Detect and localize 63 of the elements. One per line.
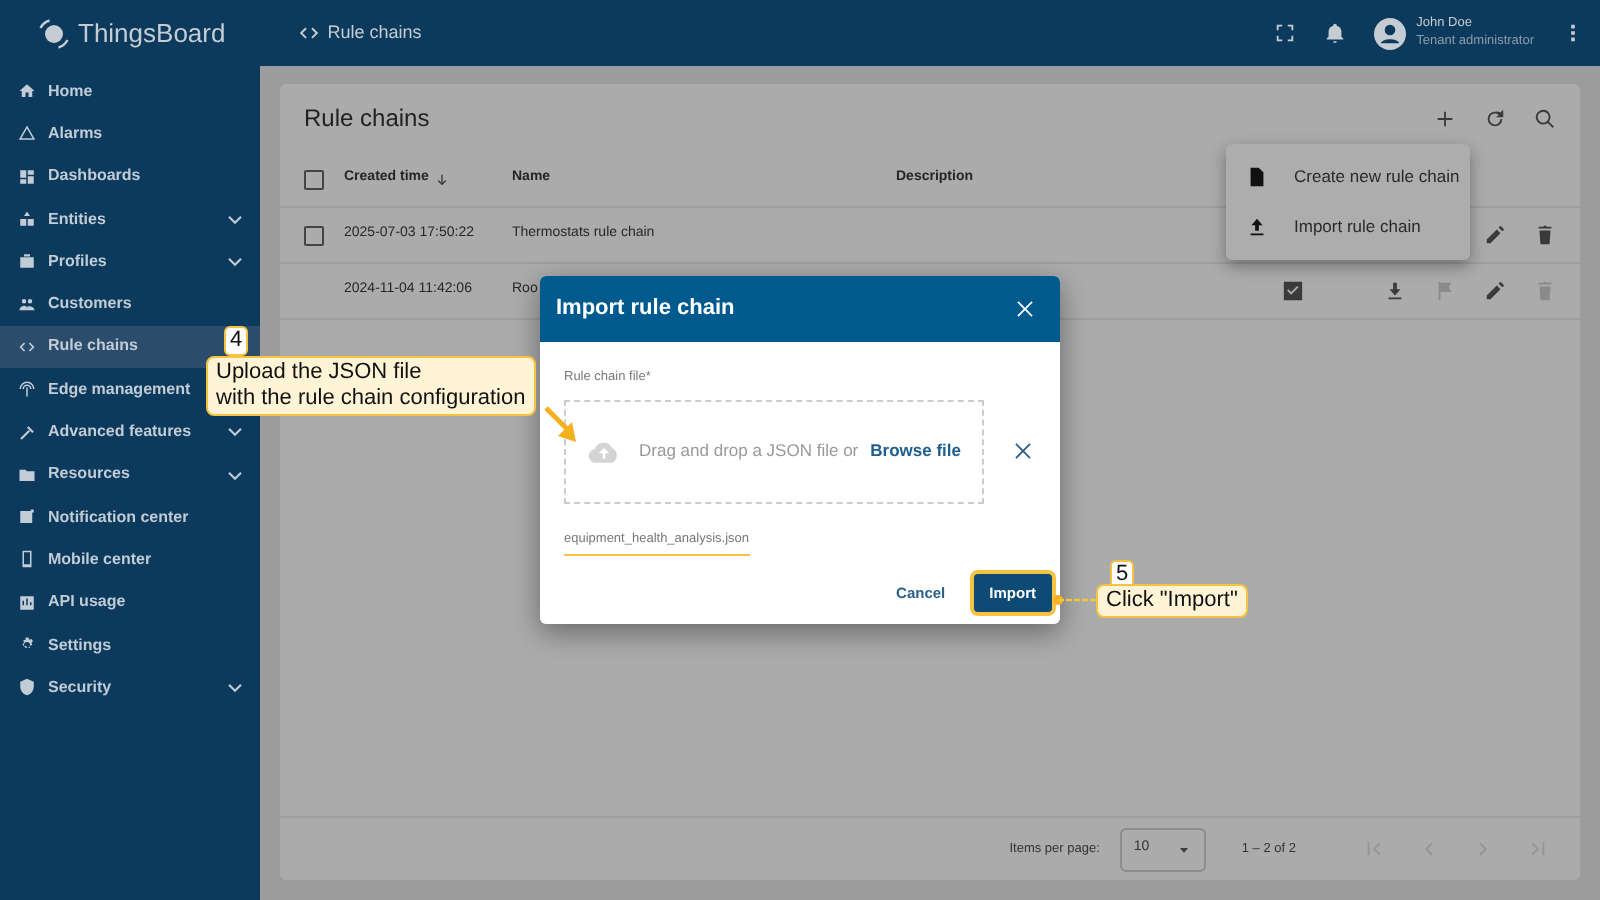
- page-title: Rule chains: [304, 102, 430, 136]
- refresh-icon[interactable]: [1484, 107, 1506, 129]
- code-icon: [297, 22, 320, 44]
- file-icon: [1246, 166, 1268, 188]
- tools-icon: [18, 423, 36, 442]
- antenna-icon: [18, 380, 36, 399]
- file-drop-zone[interactable]: Drag and drop a JSON file or Browse file: [564, 399, 984, 504]
- dialog-title: Import rule chain: [556, 294, 735, 325]
- add-icon[interactable]: [1434, 107, 1456, 129]
- sidebar-item[interactable]: Alarms: [0, 112, 260, 156]
- sidebar-item[interactable]: Mobile center: [0, 538, 260, 582]
- menu-item[interactable]: Create new rule chain: [1226, 152, 1470, 202]
- menu-item[interactable]: Import rule chain: [1226, 202, 1470, 252]
- edit-icon[interactable]: [1484, 224, 1506, 246]
- drop-hint: Drag and drop a JSON file or: [639, 438, 859, 465]
- warning-icon: [18, 124, 36, 143]
- close-icon[interactable]: [1014, 297, 1036, 320]
- people-icon: [18, 295, 36, 314]
- sidebar-item[interactable]: Resources: [0, 453, 260, 496]
- edit-icon[interactable]: [1484, 280, 1506, 302]
- sidebar-item[interactable]: Dashboards: [0, 155, 260, 198]
- step-tooltip: Upload the JSON file with the rule chain configuration: [206, 356, 536, 417]
- row-checkbox[interactable]: [304, 225, 324, 245]
- search-icon[interactable]: [1534, 107, 1556, 129]
- home-icon: [18, 82, 36, 101]
- briefcase-icon: [18, 252, 36, 271]
- callout-arrow: [544, 406, 578, 444]
- breadcrumb[interactable]: Rule chains: [327, 19, 422, 47]
- sidebar-item[interactable]: Settings: [0, 623, 260, 667]
- chevron-icon: [226, 422, 244, 441]
- leader-line: [1052, 594, 1096, 606]
- logo-icon: [36, 15, 72, 51]
- sort-arrow-icon[interactable]: [434, 171, 451, 187]
- sidebar-item[interactable]: Security: [0, 666, 260, 709]
- settings-icon: [18, 636, 36, 654]
- clear-icon[interactable]: [1012, 440, 1034, 463]
- sidebar-item[interactable]: Home: [0, 70, 260, 113]
- chevron-icon: [226, 678, 244, 697]
- chevron-icon: [226, 252, 244, 271]
- logo-text: ThingsBoard: [78, 15, 226, 52]
- delete-icon[interactable]: [1534, 224, 1556, 246]
- notification-icon[interactable]: [1324, 22, 1347, 44]
- step-tooltip: Click "Import": [1096, 584, 1248, 619]
- sidebar-item[interactable]: API usage: [0, 581, 260, 624]
- sidebar-item[interactable]: Customers: [0, 282, 260, 326]
- phone-icon: [18, 550, 36, 569]
- fullscreen-icon[interactable]: [1274, 22, 1297, 44]
- download-icon[interactable]: [1384, 280, 1406, 302]
- select-all-checkbox[interactable]: [304, 169, 324, 189]
- sidebar-item[interactable]: Profiles: [0, 240, 260, 283]
- browse-file-link[interactable]: Browse file: [870, 438, 961, 465]
- code-icon: [18, 337, 36, 356]
- upload-icon: [1246, 216, 1268, 238]
- dashboard-icon: [18, 167, 36, 186]
- chart-icon: [18, 593, 36, 612]
- avatar-icon[interactable]: [1374, 17, 1407, 49]
- folder-icon: [18, 465, 36, 484]
- notification-icon: [18, 508, 36, 527]
- shield-icon: [18, 678, 36, 697]
- entities-icon: [18, 210, 36, 229]
- sidebar-item[interactable]: Entities: [0, 197, 260, 241]
- sidebar-item[interactable]: Notification center: [0, 495, 260, 539]
- step-number: 4: [224, 326, 249, 357]
